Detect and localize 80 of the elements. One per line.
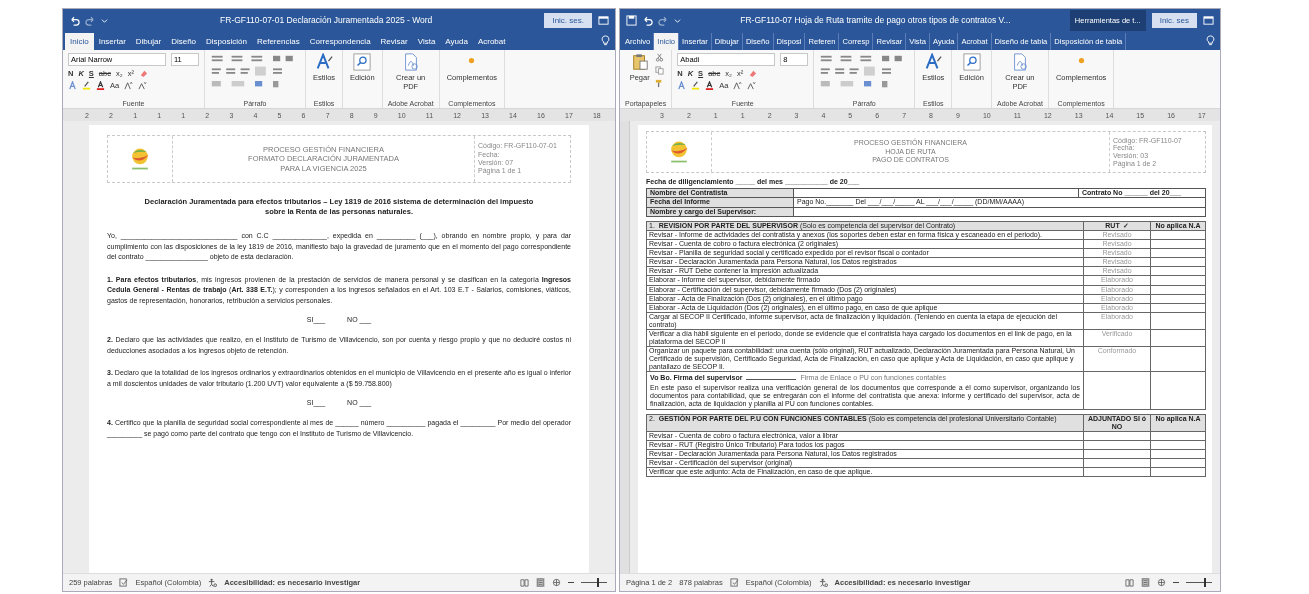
read-mode-icon[interactable] xyxy=(1125,578,1134,587)
table-cell xyxy=(1083,431,1151,441)
read-mode-icon[interactable] xyxy=(520,578,529,587)
text-effects-icon[interactable] xyxy=(677,81,687,90)
window-title: FR-GF110-07 Hoja de Ruta tramite de pago otros tipos de contratos V... xyxy=(739,15,1012,25)
display-options-icon[interactable] xyxy=(1203,14,1214,26)
table-cell xyxy=(1150,294,1206,304)
search-icon xyxy=(962,53,981,71)
web-layout-icon[interactable] xyxy=(552,578,561,587)
redo-icon[interactable] xyxy=(85,14,96,26)
grow-font-icon[interactable] xyxy=(124,81,134,90)
table-cell xyxy=(1150,257,1206,267)
window-title: FR-GF110-07-01 Declaración Juramentada 2025 - Word xyxy=(219,15,434,25)
shrink-font-icon[interactable] xyxy=(747,81,757,90)
proofing-icon[interactable] xyxy=(119,578,129,587)
dropdown-icon[interactable] xyxy=(101,16,108,24)
font-color-icon[interactable] xyxy=(705,81,715,90)
styles-icon xyxy=(315,53,334,71)
sign-in-button[interactable]: Inic. ses xyxy=(1151,12,1197,28)
table-cell xyxy=(1150,239,1206,249)
undo-icon[interactable] xyxy=(69,14,80,26)
copy-icon[interactable] xyxy=(654,66,664,75)
lightbulb-icon[interactable] xyxy=(600,35,611,46)
accessibility-icon[interactable] xyxy=(818,578,828,587)
ribbon-tab[interactable]: Acrobat xyxy=(472,33,511,50)
ribbon-tab[interactable]: Insertar xyxy=(93,33,131,50)
dropdown-icon[interactable] xyxy=(674,16,681,24)
table-cell xyxy=(1083,458,1151,468)
table-cell xyxy=(1150,449,1206,459)
table-cell xyxy=(1150,458,1206,468)
table-cell xyxy=(1083,449,1151,459)
ribbon-tab[interactable]: Correspondencia xyxy=(304,33,376,50)
text-effects-icon[interactable] xyxy=(68,81,77,90)
undo-icon[interactable] xyxy=(642,14,653,26)
lightbulb-icon[interactable] xyxy=(1205,35,1216,46)
font-color-icon[interactable] xyxy=(96,81,105,90)
ribbon-tab[interactable]: Inicio xyxy=(65,33,94,50)
table-cell xyxy=(1150,248,1206,258)
accessibility-icon[interactable] xyxy=(208,578,218,587)
table-cell xyxy=(1150,431,1206,441)
ribbon-tab[interactable]: Vista xyxy=(412,33,441,50)
ribbon-tab[interactable]: Disposición xyxy=(201,33,252,50)
print-layout-icon[interactable] xyxy=(536,578,545,587)
styles-icon xyxy=(924,53,943,71)
eraser-icon[interactable] xyxy=(138,69,148,78)
table-cell xyxy=(1150,440,1206,450)
dot-icon xyxy=(1077,57,1085,64)
table-cell xyxy=(1150,230,1206,240)
proofing-icon[interactable] xyxy=(729,578,739,587)
eraser-icon[interactable] xyxy=(748,69,758,78)
ribbon-tab[interactable]: Referencias xyxy=(251,33,305,50)
shrink-font-icon[interactable] xyxy=(138,81,148,90)
table-cell xyxy=(1150,329,1206,347)
redo-icon[interactable] xyxy=(658,14,669,26)
clipboard-icon xyxy=(630,53,649,71)
display-options-icon[interactable] xyxy=(598,14,609,26)
save-icon[interactable] xyxy=(626,14,637,26)
table-cell xyxy=(1150,312,1206,330)
ribbon-tab[interactable]: Dibujar xyxy=(130,33,167,50)
grow-font-icon[interactable] xyxy=(733,81,743,90)
ribbon-tab[interactable]: Revisar xyxy=(375,33,413,50)
highlighter-icon[interactable] xyxy=(691,81,701,90)
ribbon-tab[interactable]: Ayuda xyxy=(440,33,473,50)
table-cell xyxy=(1150,275,1206,285)
search-icon xyxy=(353,53,372,71)
ribbon-tab[interactable]: Diseño xyxy=(166,33,202,50)
table-cell xyxy=(1150,467,1206,477)
dot-icon xyxy=(468,57,476,64)
print-layout-icon[interactable] xyxy=(1141,578,1150,587)
table-cell xyxy=(1083,467,1151,477)
web-layout-icon[interactable] xyxy=(1157,578,1166,587)
table-cell xyxy=(1150,266,1206,276)
table-cell xyxy=(1150,285,1206,295)
sign-in-button[interactable]: Inic. ses. xyxy=(544,12,592,28)
fill-in-line xyxy=(746,378,797,380)
highlighter-icon[interactable] xyxy=(82,81,91,90)
cut-icon[interactable] xyxy=(654,53,664,62)
table-cell xyxy=(1083,440,1151,450)
format-painter-icon[interactable] xyxy=(654,79,664,88)
table-cell xyxy=(1150,303,1206,313)
